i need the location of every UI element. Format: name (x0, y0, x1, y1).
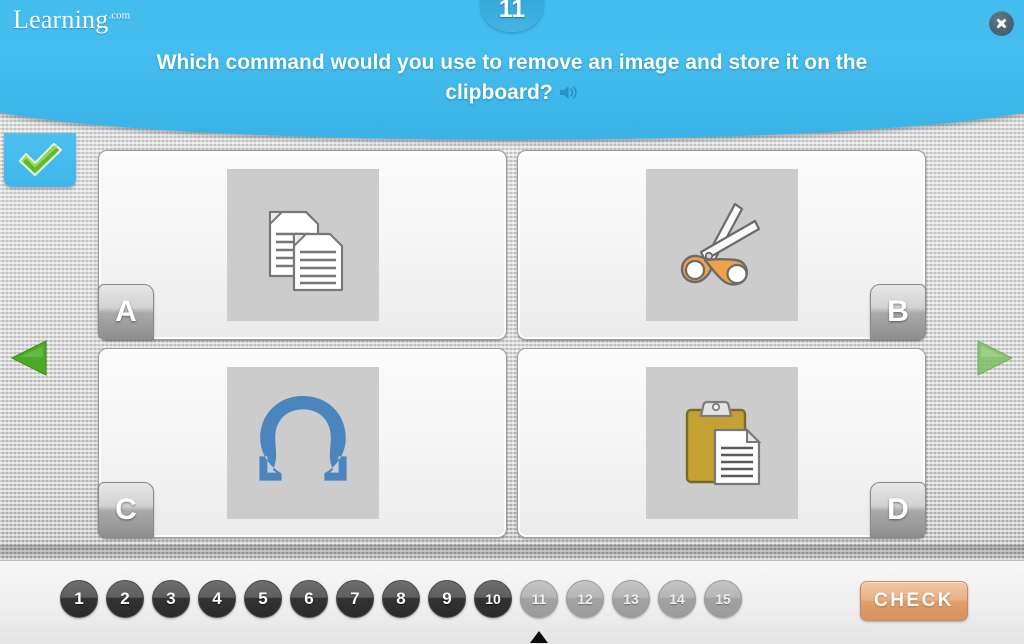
answer-option-b[interactable]: B (517, 150, 926, 340)
pager-item-5[interactable]: 5 (244, 580, 282, 618)
pager-item-11[interactable]: 11 (520, 580, 558, 643)
answer-thumbnail (226, 367, 379, 519)
pager-item-label: 15 (715, 591, 731, 607)
current-question-pointer (530, 631, 548, 643)
triangle-right-icon[interactable] (968, 331, 1022, 385)
clipboard-paste-icon (685, 400, 761, 486)
omega-symbol-icon (258, 396, 347, 481)
pager-item-label: 6 (304, 589, 314, 608)
pager-item-label: 8 (396, 589, 406, 608)
quiz-stage: Learning.com 11 Which command would you … (0, 0, 1024, 644)
pager-item-label: 4 (212, 589, 222, 608)
pager-item-10[interactable]: 10 (474, 580, 512, 618)
pager-item-13[interactable]: 13 (612, 580, 650, 618)
pager-item-7[interactable]: 7 (336, 580, 374, 618)
pager-item-label: 7 (350, 589, 360, 608)
bottom-bar: 1 2 3 4 5 6 7 8 9 10 11 12 13 14 15 CHECK (0, 560, 1024, 644)
pager-item-2[interactable]: 2 (106, 580, 144, 618)
pager-item-9[interactable]: 9 (428, 580, 466, 618)
check-button[interactable]: CHECK (860, 581, 968, 621)
logo-text: Learning (13, 5, 109, 34)
pager-item-label: 1 (74, 589, 84, 608)
copy-documents-icon (268, 210, 343, 292)
answer-thumbnail (645, 169, 798, 321)
status-badge (4, 133, 76, 187)
answer-letter-d: D (870, 482, 926, 538)
pager-item-14[interactable]: 14 (658, 580, 696, 618)
pager-item-label: 10 (485, 591, 501, 607)
question-number-label: 11 (498, 0, 526, 23)
header: Learning.com 11 Which command would you … (0, 0, 1024, 140)
pager-item-label: 3 (166, 589, 176, 608)
answer-option-d[interactable]: D (517, 348, 926, 538)
logo: Learning.com (13, 5, 130, 35)
answer-letter-b: B (870, 284, 926, 340)
pager-item-label: 12 (577, 591, 593, 607)
pager-item-label: 11 (531, 591, 547, 607)
pager-item-15[interactable]: 15 (704, 580, 742, 618)
pager-item-4[interactable]: 4 (198, 580, 236, 618)
pager-item-12[interactable]: 12 (566, 580, 604, 618)
content-shadow (0, 545, 1024, 561)
pager-item-label: 2 (120, 589, 130, 608)
pager-item-6[interactable]: 6 (290, 580, 328, 618)
answer-option-c[interactable]: C (98, 348, 507, 538)
triangle-left-icon[interactable] (2, 331, 56, 385)
logo-suffix: .com (108, 9, 131, 22)
pager-item-label: 5 (258, 589, 268, 608)
pager-item-label: 13 (623, 591, 639, 607)
answer-letter-c: C (98, 482, 154, 538)
pager-item-label: 9 (442, 589, 452, 608)
answer-option-a[interactable]: A (98, 150, 507, 340)
answer-thumbnail (645, 367, 798, 519)
pager-item-3[interactable]: 3 (152, 580, 190, 618)
close-icon[interactable] (989, 11, 1014, 36)
pager-item-label: 14 (669, 591, 685, 607)
question-text: Which command would you use to remove an… (156, 51, 868, 104)
answer-thumbnail (226, 169, 379, 321)
question-pager: 1 2 3 4 5 6 7 8 9 10 11 12 13 14 15 (60, 580, 742, 643)
answer-grid: A B C D (98, 150, 926, 538)
green-checkmark-icon (18, 142, 63, 177)
scissors-cut-icon (680, 202, 760, 286)
speaker-audio-icon[interactable] (559, 80, 579, 110)
pager-item-8[interactable]: 8 (382, 580, 420, 618)
pager-item-1[interactable]: 1 (60, 580, 98, 618)
answer-letter-a: A (98, 284, 154, 340)
question-area: Which command would you use to remove an… (0, 48, 1024, 110)
